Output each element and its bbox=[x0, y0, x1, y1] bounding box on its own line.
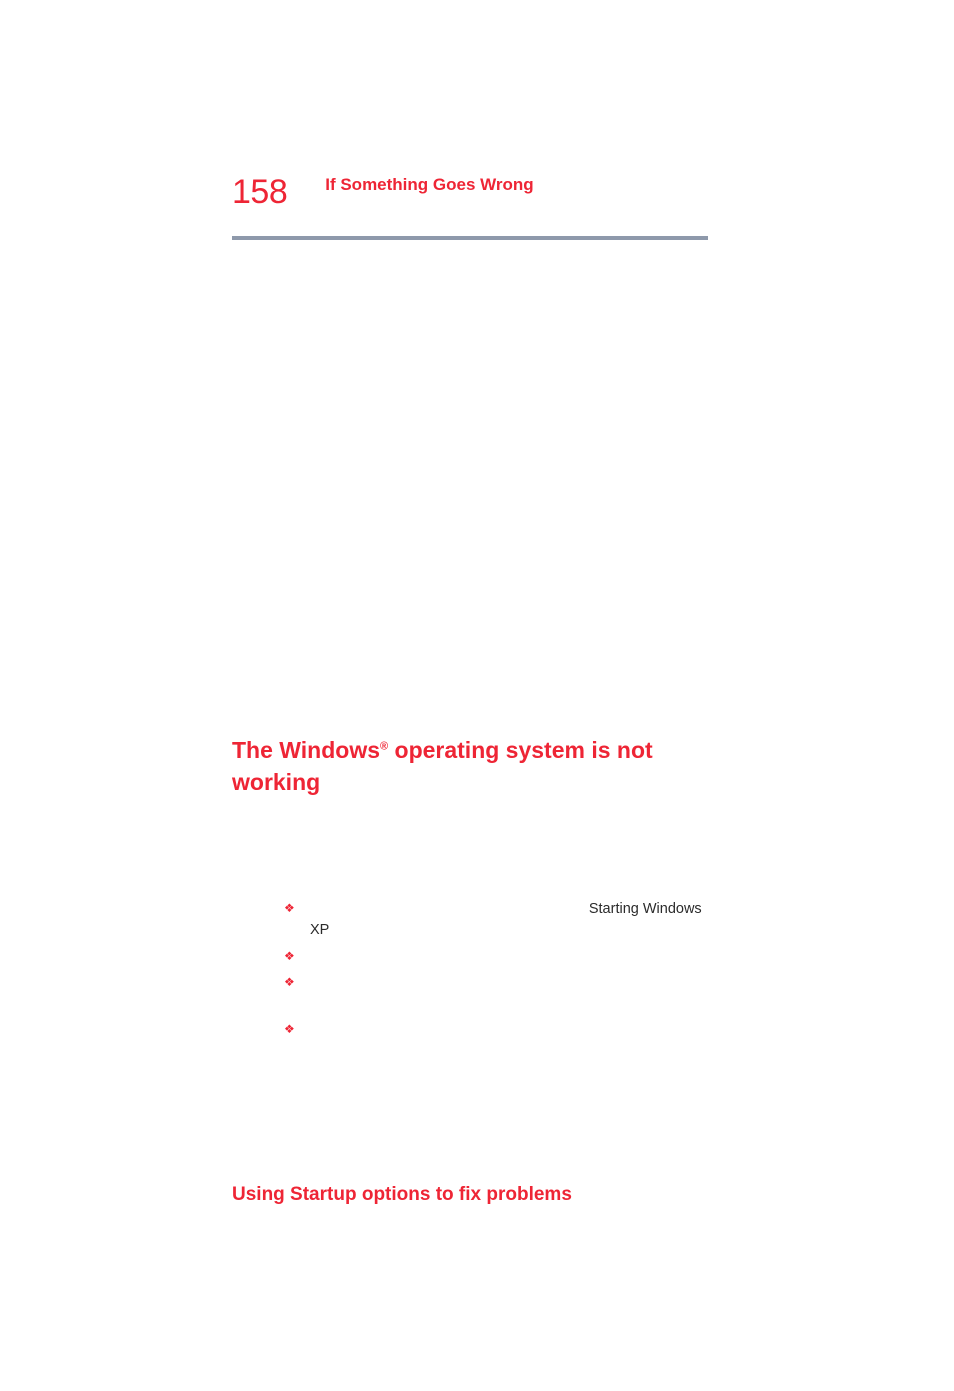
intro-paragraph-1: Once you are familiar with the desktop a… bbox=[280, 807, 710, 889]
page-header: 158 If Something Goes Wrong bbox=[232, 175, 706, 209]
b4: The screen does not look right. bbox=[310, 1022, 509, 1038]
b1-b: message appears. bbox=[329, 922, 452, 938]
intro-paragraph-3: If you experience any of these problems,… bbox=[280, 1123, 710, 1164]
b2: The operating system takes a long time t… bbox=[310, 949, 615, 965]
step-text-a: Press bbox=[296, 1352, 337, 1368]
h1-pre: The Windows bbox=[232, 737, 380, 763]
step-num: 2 bbox=[280, 1352, 288, 1368]
hidden-filler: The Windows® operating system can help y… bbox=[280, 260, 710, 710]
symptom-list: The operating system fails to start afte… bbox=[280, 899, 710, 1040]
section-subtitle: placeholder bbox=[318, 211, 706, 228]
page-number: 158 bbox=[232, 175, 287, 209]
registered-mark-icon: ® bbox=[380, 740, 388, 752]
header-titles: If Something Goes Wrong bbox=[325, 175, 533, 195]
b3: The operating system responds differentl… bbox=[310, 975, 685, 1012]
heading-windows-not-working: The Windows® operating system is not wor… bbox=[232, 734, 710, 799]
list-item: The operating system fails to start afte… bbox=[280, 899, 710, 940]
header-rule bbox=[232, 236, 708, 240]
page: 158 If Something Goes Wrong placeholder … bbox=[0, 0, 954, 1235]
step-key: F8 bbox=[337, 1352, 354, 1368]
intro-paragraph-2: Unless a hardware device has failed, pro… bbox=[280, 1051, 710, 1113]
heading-startup-options: Using Startup options to fix problems bbox=[232, 1182, 710, 1209]
startup-steps: 1 Restart your computer. 2 Press F8 when… bbox=[280, 1319, 710, 1391]
startup-paragraph-2: To open the Startup menu: bbox=[280, 1289, 710, 1310]
body-column: The Windows® operating system can help y… bbox=[280, 260, 710, 1391]
list-item: The screen does not look right. bbox=[280, 1020, 710, 1041]
b1-a: The operating system fails to start afte… bbox=[310, 901, 589, 917]
list-item: The operating system responds differentl… bbox=[280, 973, 710, 1014]
chapter-title: If Something Goes Wrong bbox=[325, 175, 533, 195]
step-text: Restart your computer. bbox=[296, 1321, 443, 1337]
startup-paragraph-1: If Windows® fails to start properly, you… bbox=[280, 1217, 710, 1279]
step-num: 1 bbox=[280, 1321, 288, 1337]
list-item: The operating system takes a long time t… bbox=[280, 947, 710, 968]
